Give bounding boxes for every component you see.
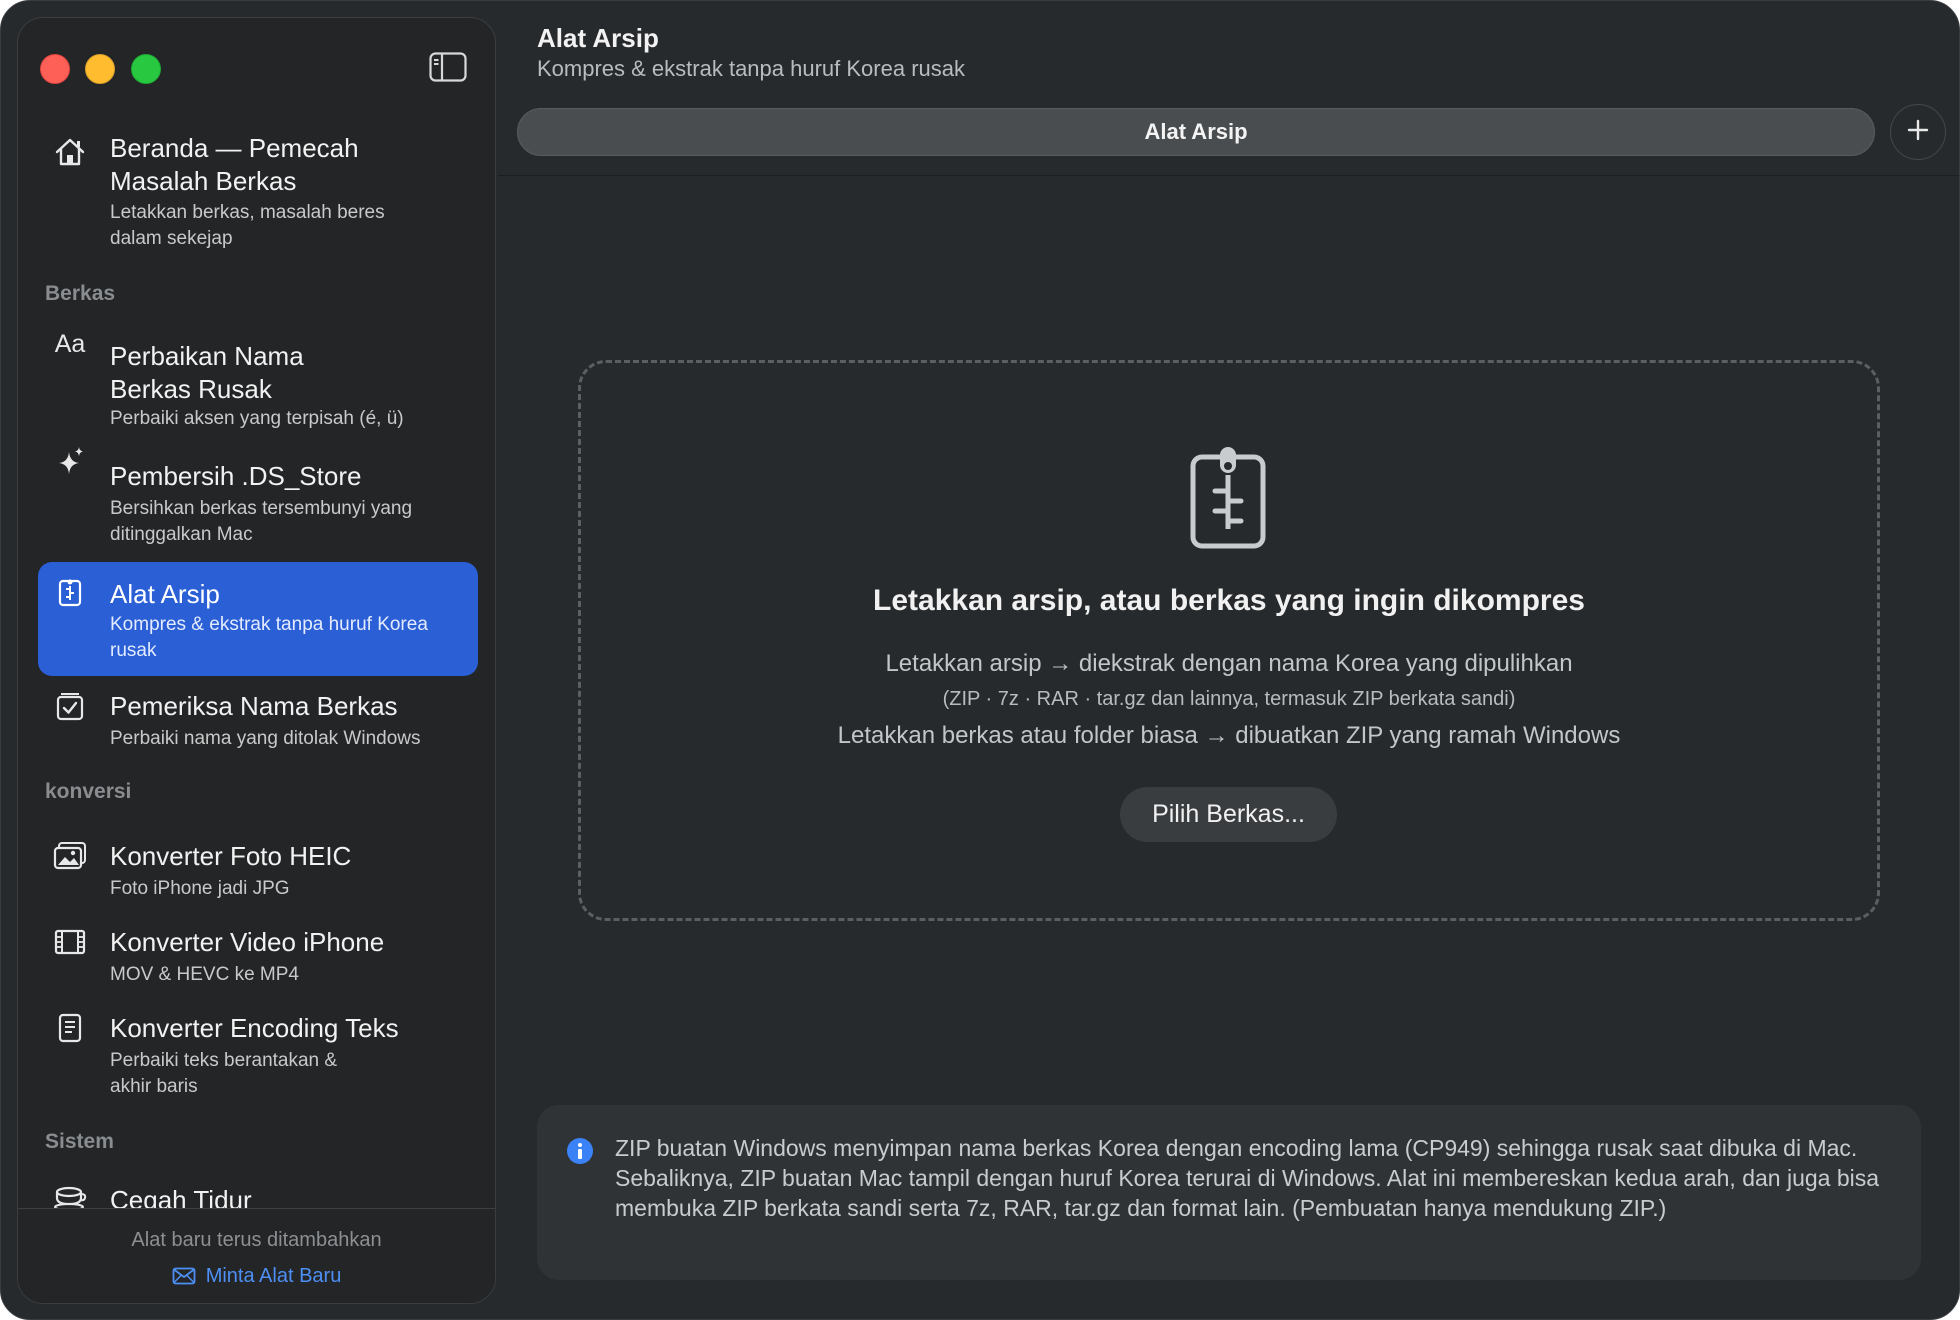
sidebar-item-title: Konverter Encoding Teks — [110, 1013, 399, 1043]
envelope-icon — [172, 1267, 196, 1291]
sidebar-item-title: Konverter Video iPhone — [110, 927, 385, 957]
sidebar-item-video[interactable]: Konverter Video iPhone MOV & HEVC ke MP4 — [38, 910, 478, 990]
sidebar-item-subtitle: Perbaiki aksen yang terpisah (é, ü) — [110, 408, 404, 429]
zipper-document-icon — [52, 574, 88, 610]
plus-icon — [1906, 118, 1930, 147]
close-window-button[interactable] — [40, 54, 70, 84]
checklist-icon — [52, 688, 88, 724]
sidebar-item-title: Perbaikan Nama Berkas Rusak — [110, 341, 304, 404]
sidebar-item-encoding[interactable]: Konverter Encoding Teks Perbaiki teks be… — [38, 996, 478, 1106]
sidebar-item-subtitle: Perbaiki teks berantakan & akhir baris — [110, 1050, 338, 1097]
request-tool-label: Minta Alat Baru — [205, 1265, 342, 1287]
drop-zone-formats: (ZIP · 7z · RAR · tar.gz dan lainnya, te… — [942, 688, 1516, 710]
sidebar-item-title: Pemeriksa Nama Berkas — [110, 691, 398, 721]
zipper-document-icon — [1188, 445, 1268, 551]
sidebar-item-heic[interactable]: Konverter Foto HEIC Foto iPhone jadi JPG — [38, 824, 478, 904]
sidebar-item-subtitle: Letakkan berkas, masalah beres dalam sek… — [110, 202, 385, 249]
text-aa-icon: Aa — [54, 329, 86, 358]
sidebar-item-title: Konverter Foto HEIC — [110, 841, 352, 871]
sidebar-item-subtitle: Kompres & ekstrak tanpa huruf Korea rusa… — [110, 614, 428, 661]
choose-files-button[interactable]: Pilih Berkas... — [1120, 787, 1337, 842]
minimize-window-button[interactable] — [85, 54, 115, 84]
app-window: Beranda — Pemecah Masalah Berkas Letakka… — [0, 0, 1960, 1320]
drop-zone-heading: Letakkan arsip, atau berkas yang ingin d… — [873, 584, 1585, 617]
zoom-window-button[interactable] — [131, 54, 161, 84]
tab-label: Alat Arsip — [1144, 119, 1248, 144]
add-tab-button[interactable] — [1890, 104, 1946, 160]
sidebar-footer: Alat baru terus ditambahkan Minta Alat B… — [18, 1208, 495, 1303]
sidebar-item-title: Beranda — Pemecah Masalah Berkas — [110, 133, 359, 196]
sidebar: Beranda — Pemecah Masalah Berkas Letakka… — [17, 17, 496, 1304]
sidebar-item-alat-arsip[interactable]: Alat Arsip Kompres & ekstrak tanpa huruf… — [38, 562, 478, 676]
section-label-berkas: Berkas — [45, 282, 116, 305]
sidebar-item-ds-store[interactable]: Pembersih .DS_Store Bersihkan berkas ter… — [38, 442, 478, 550]
footer-note: Alat baru terus ditambahkan — [131, 1229, 382, 1251]
sparkles-icon — [52, 444, 88, 480]
sidebar-item-pemeriksa-nama[interactable]: Pemeriksa Nama Berkas Perbaiki nama yang… — [38, 674, 478, 764]
sidebar-item-title: Alat Arsip — [110, 579, 220, 609]
page-subtitle: Kompres & ekstrak tanpa huruf Korea rusa… — [537, 56, 965, 81]
header-divider — [498, 175, 1959, 176]
film-icon — [52, 924, 88, 960]
sidebar-item-subtitle: Bersihkan berkas tersembunyi yang diting… — [110, 498, 413, 545]
drop-zone-line-compress: Letakkan berkas atau folder biasa → dibu… — [837, 722, 1621, 749]
sidebar-item-title: Pembersih .DS_Store — [110, 461, 362, 491]
sidebar-toggle-icon[interactable] — [429, 52, 467, 82]
text-document-icon — [52, 1010, 88, 1046]
sidebar-item-subtitle: Foto iPhone jadi JPG — [110, 878, 290, 899]
drop-zone-line-extract: Letakkan arsip → diekstrak dengan nama K… — [885, 650, 1573, 677]
sidebar-item-subtitle: MOV & HEVC ke MP4 — [110, 964, 299, 985]
request-tool-link[interactable]: Minta Alat Baru — [18, 1265, 495, 1291]
sidebar-item-perbaikan-nama[interactable]: Aa Perbaikan Nama Berkas Rusak Perbaiki … — [38, 322, 478, 432]
photos-icon — [52, 838, 88, 874]
tab-alat-arsip[interactable]: Alat Arsip — [517, 108, 1875, 156]
sidebar-item-home[interactable]: Beranda — Pemecah Masalah Berkas Letakka… — [38, 110, 478, 249]
info-circle-icon — [566, 1137, 594, 1165]
info-box: ZIP buatan Windows menyimpan nama berkas… — [537, 1105, 1921, 1280]
sidebar-item-subtitle: Perbaiki nama yang ditolak Windows — [110, 728, 421, 749]
section-label-sistem: Sistem — [45, 1130, 114, 1153]
page-title: Alat Arsip — [537, 23, 659, 53]
house-icon — [52, 134, 88, 170]
section-label-konversi: konversi — [45, 780, 132, 803]
info-text: ZIP buatan Windows menyimpan nama berkas… — [615, 1135, 1880, 1221]
